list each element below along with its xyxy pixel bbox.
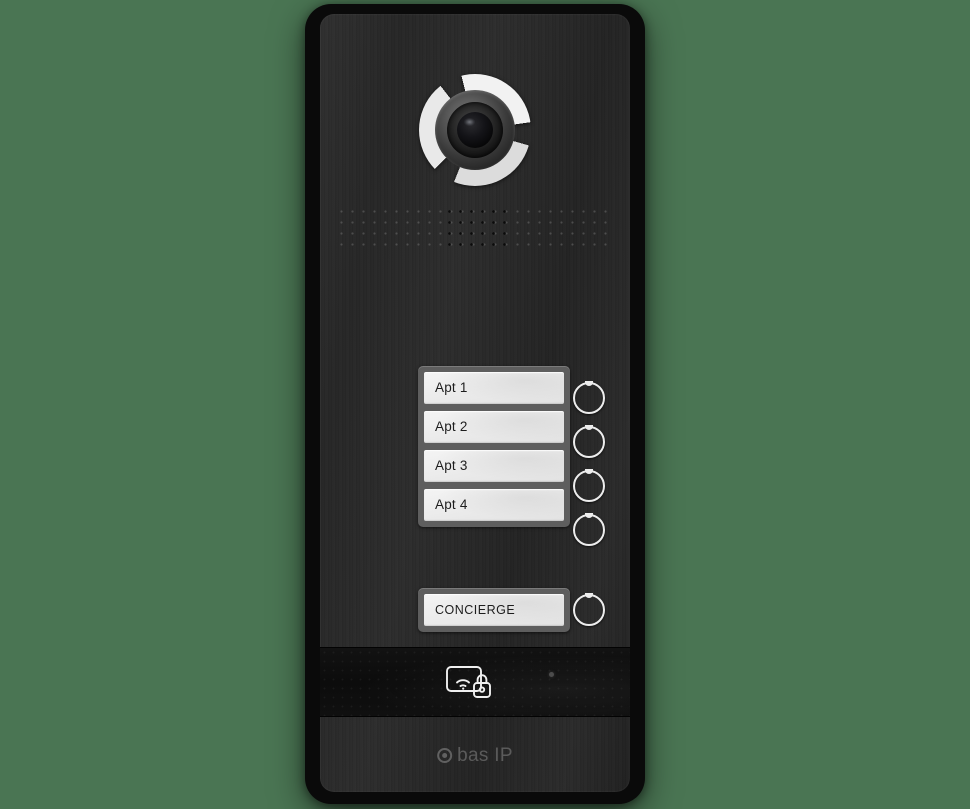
bas-ip-target-logo-icon bbox=[437, 748, 453, 763]
microphone-grille-icon bbox=[444, 206, 506, 252]
brand-logo: bas IP bbox=[437, 746, 513, 765]
nameplate-label: CONCIERGE bbox=[435, 602, 516, 617]
call-ring-button-icon bbox=[573, 382, 605, 414]
call-button-apt-2[interactable] bbox=[573, 425, 605, 458]
front-panel-face: Apt 1 Apt 2 Apt 3 Apt 4 CONCIERGE bas IP bbox=[320, 14, 630, 792]
nameplate-label: Apt 4 bbox=[435, 497, 468, 513]
nameplate-label: Apt 1 bbox=[435, 380, 468, 396]
concierge-nameplate-group: CONCIERGE bbox=[418, 588, 570, 632]
door-station-device: Apt 1 Apt 2 Apt 3 Apt 4 CONCIERGE bas IP bbox=[305, 4, 645, 804]
status-led-icon bbox=[549, 672, 554, 677]
call-button-apt-1[interactable] bbox=[573, 381, 605, 414]
brand-name: bas IP bbox=[457, 745, 513, 766]
nameplate-label: Apt 3 bbox=[435, 458, 468, 474]
call-ring-button-icon bbox=[573, 514, 605, 546]
call-button-apt-4[interactable] bbox=[573, 513, 605, 546]
nameplate-apt-3: Apt 3 bbox=[424, 450, 564, 482]
nameplate-apt-1: Apt 1 bbox=[424, 372, 564, 404]
call-ring-button-icon bbox=[573, 470, 605, 502]
call-button-concierge[interactable] bbox=[573, 593, 605, 626]
call-ring-button-icon bbox=[573, 594, 605, 626]
camera-lens-icon bbox=[457, 112, 493, 148]
rfid-reader-panel[interactable] bbox=[320, 647, 630, 717]
camera-lens-highlight bbox=[464, 118, 475, 126]
camera-module bbox=[419, 74, 531, 186]
nameplate-apt-2: Apt 2 bbox=[424, 411, 564, 443]
nameplate-label: Apt 2 bbox=[435, 419, 468, 435]
call-ring-button-icon bbox=[573, 426, 605, 458]
nameplate-apt-4: Apt 4 bbox=[424, 489, 564, 521]
nameplate-concierge: CONCIERGE bbox=[424, 594, 564, 626]
apartment-nameplate-group: Apt 1 Apt 2 Apt 3 Apt 4 bbox=[418, 366, 570, 527]
logo-mark-dot bbox=[442, 753, 448, 758]
rfid-card-lock-icon bbox=[445, 662, 497, 702]
call-button-apt-3[interactable] bbox=[573, 469, 605, 502]
